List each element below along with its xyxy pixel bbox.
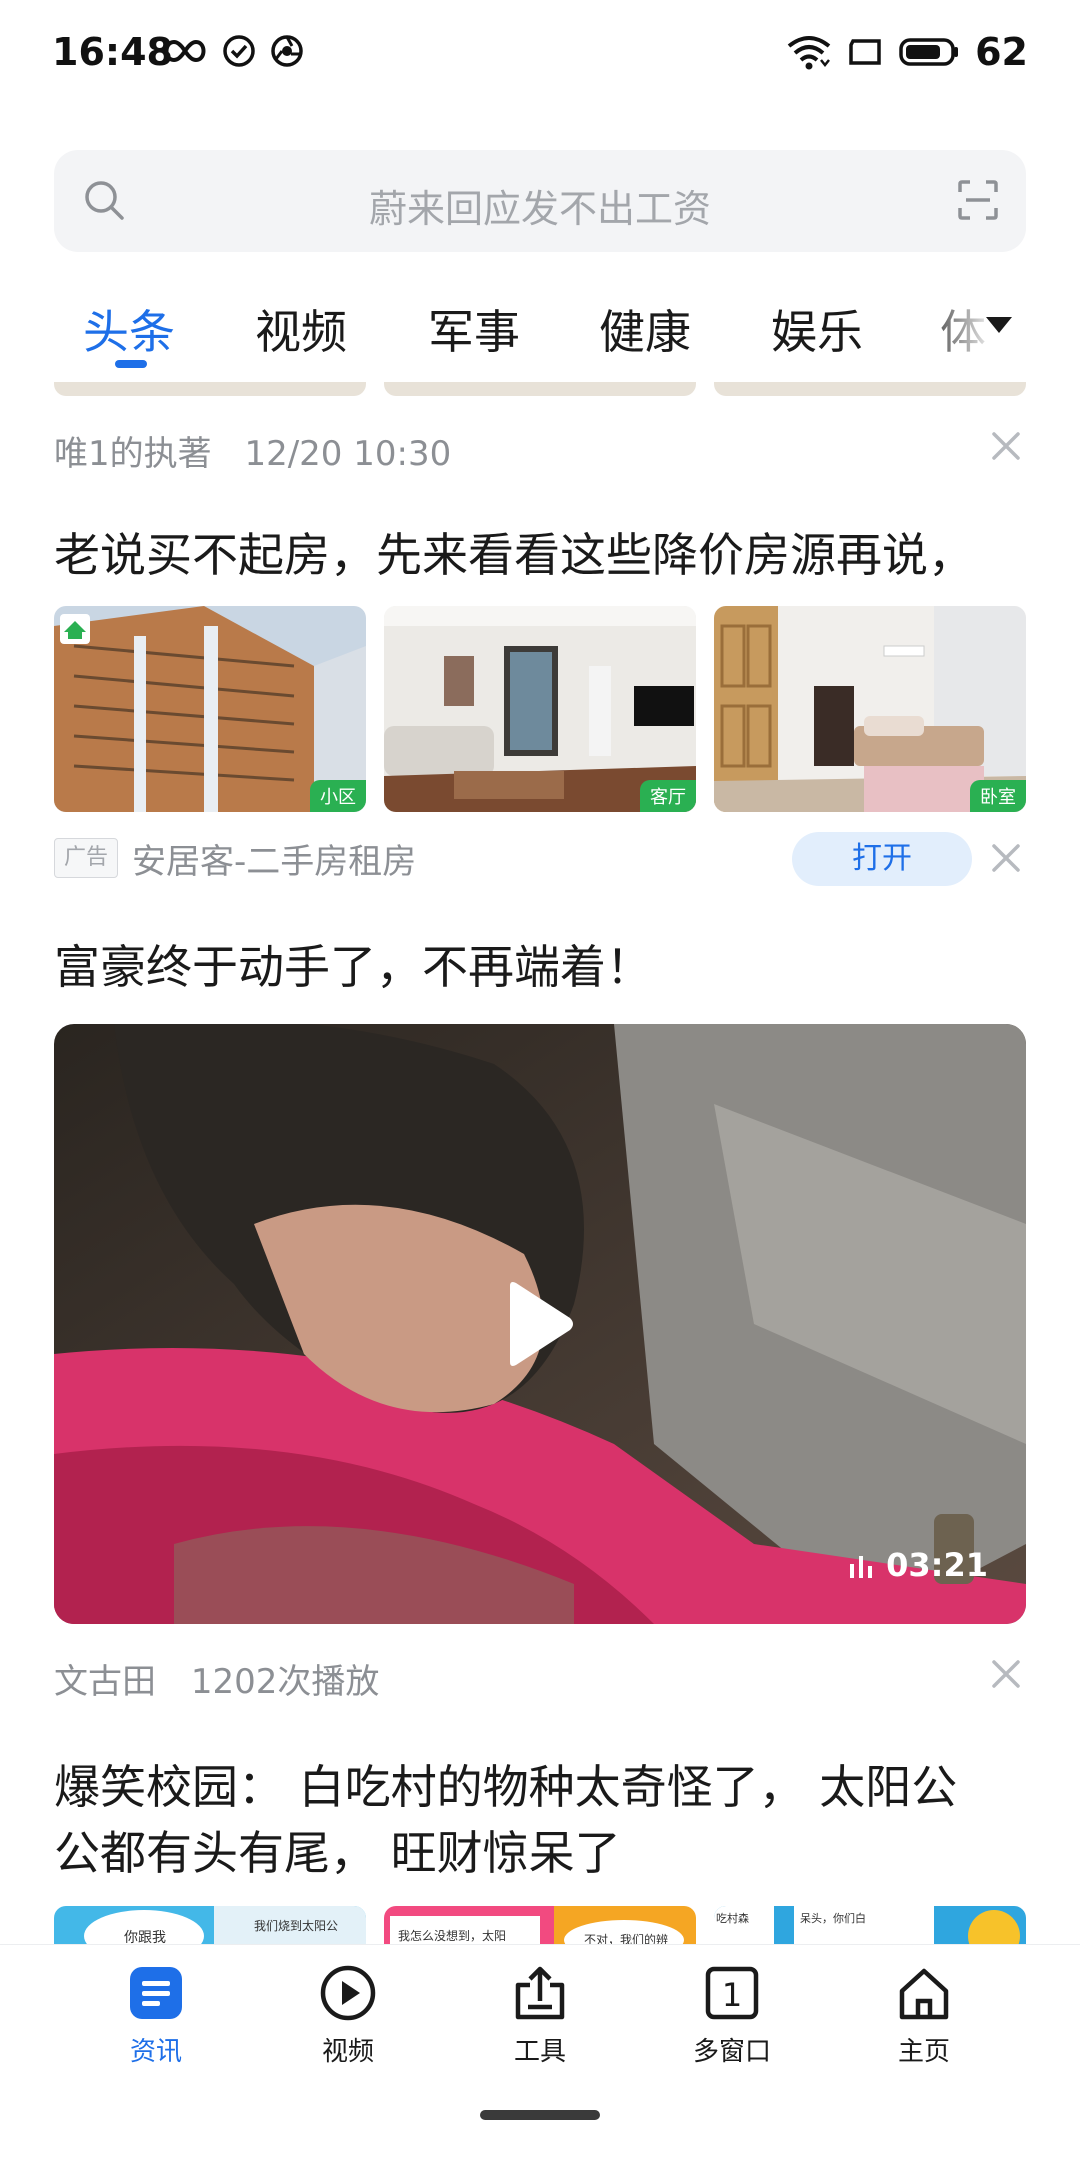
video-thumbnail[interactable]: 03:21 (54, 1024, 1026, 1624)
comic-text: 呆头，你们白 (800, 1911, 866, 1925)
ad-thumb-building[interactable]: 小区 (54, 606, 366, 812)
nav-home[interactable]: 主页 (854, 1963, 994, 2068)
comic-image: 我怎么没想到，太阳 不对，我们的辨 (384, 1906, 696, 1946)
comic-image: 吃村森 呆头，你们白 (714, 1906, 1026, 1946)
article-title-line2[interactable]: 公都有头有尾， 旺财惊呆了 (54, 1820, 1044, 1886)
item-meta: 唯1的执著 12/20 10:30 (54, 426, 451, 475)
category-tabs: 头条 视频 军事 健康 娱乐 体 (0, 286, 1080, 382)
comic-thumb[interactable]: 吃村森 呆头，你们白 (714, 1906, 1026, 1946)
open-button[interactable]: 打开 (792, 832, 972, 886)
tab-health[interactable]: 健康 (599, 296, 691, 362)
comic-text: 我怎么没想到，太阳 (398, 1928, 506, 1943)
comic-image: 你跟我 我们烧到太阳公 (54, 1906, 366, 1946)
sync-app-icon (271, 35, 303, 67)
video-plays: 1202次播放 (190, 1662, 380, 1702)
comic-thumb[interactable]: 我怎么没想到，太阳 不对，我们的辨 (384, 1906, 696, 1946)
tab-military[interactable]: 军事 (428, 296, 520, 362)
toolbox-icon (515, 1966, 565, 2020)
battery-icon (899, 38, 959, 66)
window-count-icon: 1 (705, 1966, 759, 2020)
status-bar: 16:48 62 (0, 0, 1080, 110)
ad-title[interactable]: 老说买不起房，先来看看这些降价房源再说， (54, 522, 1044, 588)
nav-news[interactable]: 资讯 (86, 1963, 226, 2068)
article-title-line1[interactable]: 爆笑校园： 白吃村的物种太奇怪了， 太阳公 (54, 1754, 1044, 1820)
search-bar[interactable]: 蔚来回应发不出工资 (54, 150, 1026, 252)
thumb-tag: 小区 (310, 780, 366, 812)
duration-text: 03:21 (886, 1546, 988, 1584)
tab-headlines[interactable]: 头条 (83, 296, 175, 362)
check-circle-icon (223, 35, 255, 67)
video-author: 文古田 (54, 1662, 156, 1702)
video-title[interactable]: 富豪终于动手了，不再端着！ (54, 934, 1044, 1000)
ad-thumb-bedroom[interactable]: 卧室 (714, 606, 1026, 812)
home-indicator[interactable] (480, 2110, 600, 2120)
previous-image-strip (714, 382, 1026, 396)
nav-video[interactable]: 视频 (278, 1963, 418, 2068)
video-meta: 文古田 1202次播放 (54, 1654, 379, 1703)
wifi-icon (787, 36, 831, 70)
tab-indicator (115, 360, 147, 368)
battery-level: 62 (975, 30, 1028, 74)
nav-tools[interactable]: 工具 (470, 1963, 610, 2068)
ad-source[interactable]: 安居客-二手房租房 (132, 834, 416, 883)
tab-entertainment[interactable]: 娱乐 (771, 296, 863, 362)
bars-icon (850, 1556, 873, 1578)
item-time: 12/20 10:30 (244, 434, 452, 474)
comic-thumb[interactable]: 你跟我 我们烧到太阳公 (54, 1906, 366, 1946)
thumb-tag: 客厅 (640, 780, 696, 812)
scan-icon[interactable] (956, 178, 1000, 222)
thumb-tag: 卧室 (970, 780, 1026, 812)
status-time: 16:48 (52, 30, 173, 74)
nav-label: 视频 (321, 2037, 374, 2067)
comic-text: 吃村森 (716, 1911, 749, 1925)
chevron-down-icon[interactable] (984, 314, 1014, 336)
status-icons-left (162, 34, 304, 68)
close-icon[interactable] (986, 426, 1026, 466)
nav-label: 资讯 (129, 2037, 182, 2067)
close-icon[interactable] (986, 838, 1026, 878)
ad-badge: 广告 (54, 838, 118, 878)
comic-text: 我们烧到太阳公 (254, 1918, 338, 1933)
news-icon (130, 1967, 182, 2019)
play-circle-icon (320, 1965, 376, 2021)
home-icon (899, 1968, 949, 2020)
item-author: 唯1的执著 (54, 434, 212, 474)
bottom-nav: 资讯 视频 工具 1 多窗口 主页 (0, 1944, 1080, 2160)
ad-thumb-living-room[interactable]: 客厅 (384, 606, 696, 812)
window-count: 1 (722, 1976, 742, 2014)
previous-image-strip (384, 382, 696, 396)
search-placeholder[interactable]: 蔚来回应发不出工资 (54, 178, 1026, 233)
status-icons-right: 62 (787, 30, 1028, 74)
nav-label: 多窗口 (692, 2037, 771, 2067)
infinity-icon (164, 39, 206, 63)
screen-icon (849, 39, 881, 65)
play-icon[interactable] (504, 1280, 576, 1368)
video-duration: 03:21 (848, 1546, 988, 1584)
nav-label: 工具 (513, 2037, 566, 2067)
tab-video[interactable]: 视频 (255, 296, 347, 362)
nav-multiwindow[interactable]: 1 多窗口 (662, 1963, 802, 2068)
previous-image-strip (54, 382, 366, 396)
close-icon[interactable] (986, 1654, 1026, 1694)
nav-label: 主页 (897, 2037, 950, 2067)
